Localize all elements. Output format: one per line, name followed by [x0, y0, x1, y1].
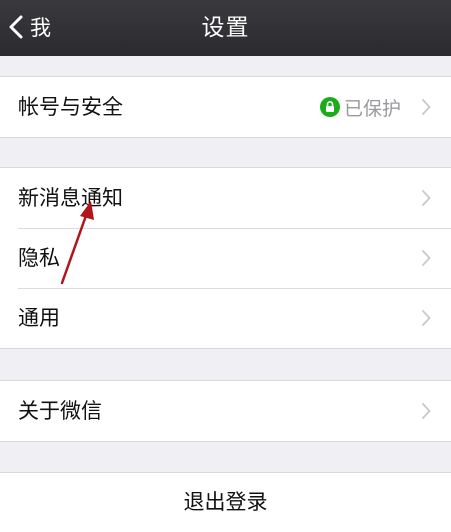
logout-button[interactable]: 退出登录: [0, 472, 451, 532]
settings-item-label: 帐号与安全: [18, 95, 123, 119]
navigation-bar: 我 设置: [0, 0, 451, 56]
settings-item-general[interactable]: 通用: [0, 288, 451, 348]
chevron-right-icon: [421, 309, 431, 327]
chevron-right-icon: [421, 189, 431, 207]
settings-item-label: 通用: [18, 306, 60, 330]
settings-item-label: 关于微信: [18, 399, 102, 423]
settings-group-preferences: 新消息通知 隐私 通用: [0, 167, 451, 349]
settings-item-new-message-notification[interactable]: 新消息通知: [0, 168, 451, 228]
settings-item-label: 新消息通知: [18, 186, 123, 210]
protection-status-text: 已保护: [343, 97, 401, 120]
lock-icon: [319, 97, 340, 117]
settings-item-privacy[interactable]: 隐私: [0, 228, 451, 288]
chevron-right-icon: [421, 249, 431, 267]
settings-item-about-wechat[interactable]: 关于微信: [0, 381, 451, 441]
settings-item-label: 隐私: [18, 246, 60, 270]
settings-item-account-security[interactable]: 帐号与安全 已保护: [0, 77, 451, 137]
chevron-right-icon: [421, 402, 431, 420]
chevron-right-icon: [421, 98, 431, 116]
page-title: 设置: [201, 15, 250, 41]
settings-group-account: 帐号与安全 已保护: [0, 76, 451, 138]
protection-status: 已保护: [319, 77, 401, 137]
settings-group-about: 关于微信: [0, 380, 451, 442]
